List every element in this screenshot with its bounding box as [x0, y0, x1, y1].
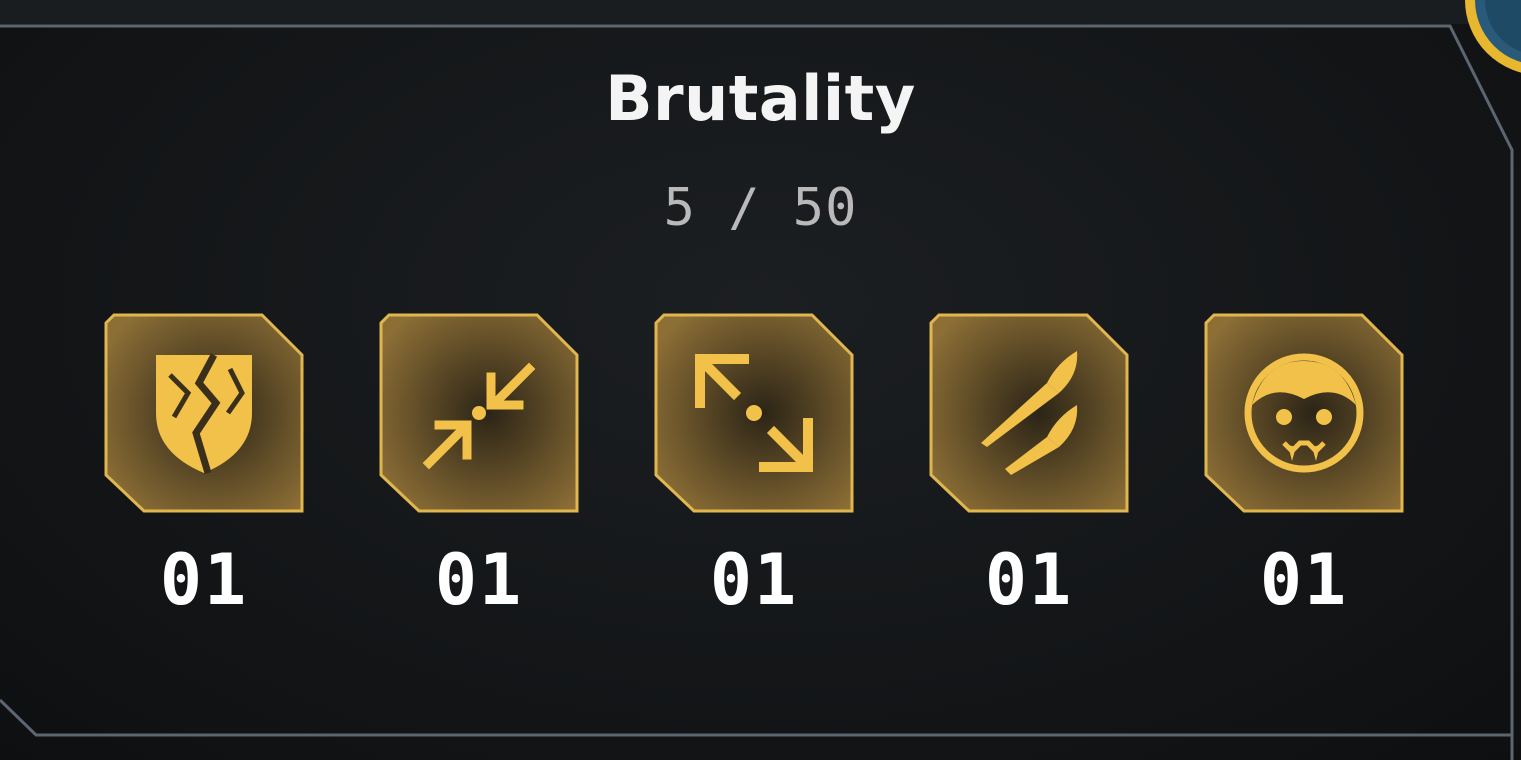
perk-tile[interactable] — [929, 313, 1129, 513]
twin-rockets-icon — [981, 351, 1078, 475]
perk-slot-5[interactable]: 01 — [1204, 313, 1404, 615]
perk-count: 01 — [434, 539, 524, 621]
perk-count: 01 — [1259, 539, 1349, 621]
perk-count: 01 — [159, 539, 249, 621]
perk-slot-2[interactable]: 01 — [379, 313, 579, 615]
cracked-shield-icon — [156, 353, 252, 475]
perk-count: 01 — [709, 539, 799, 621]
panel-title: Brutality — [605, 62, 916, 135]
perk-slot-1[interactable]: 01 — [104, 313, 304, 615]
vampire-face-icon — [1244, 353, 1364, 473]
perk-slot-4[interactable]: 01 — [929, 313, 1129, 615]
perk-tile[interactable] — [379, 313, 579, 513]
progress-counter: 5 / 50 — [663, 178, 858, 238]
perk-count: 01 — [984, 539, 1074, 621]
perk-tile[interactable] — [654, 313, 854, 513]
perk-tile[interactable] — [1204, 313, 1404, 513]
perk-tile[interactable] — [104, 313, 304, 513]
perk-slot-3[interactable]: 01 — [654, 313, 854, 615]
converging-arrows-icon — [422, 362, 536, 470]
diverging-arrows-icon — [694, 353, 814, 473]
brutality-panel-screen: Brutality 5 / 50 01 01 01 01 01 — [0, 0, 1521, 760]
